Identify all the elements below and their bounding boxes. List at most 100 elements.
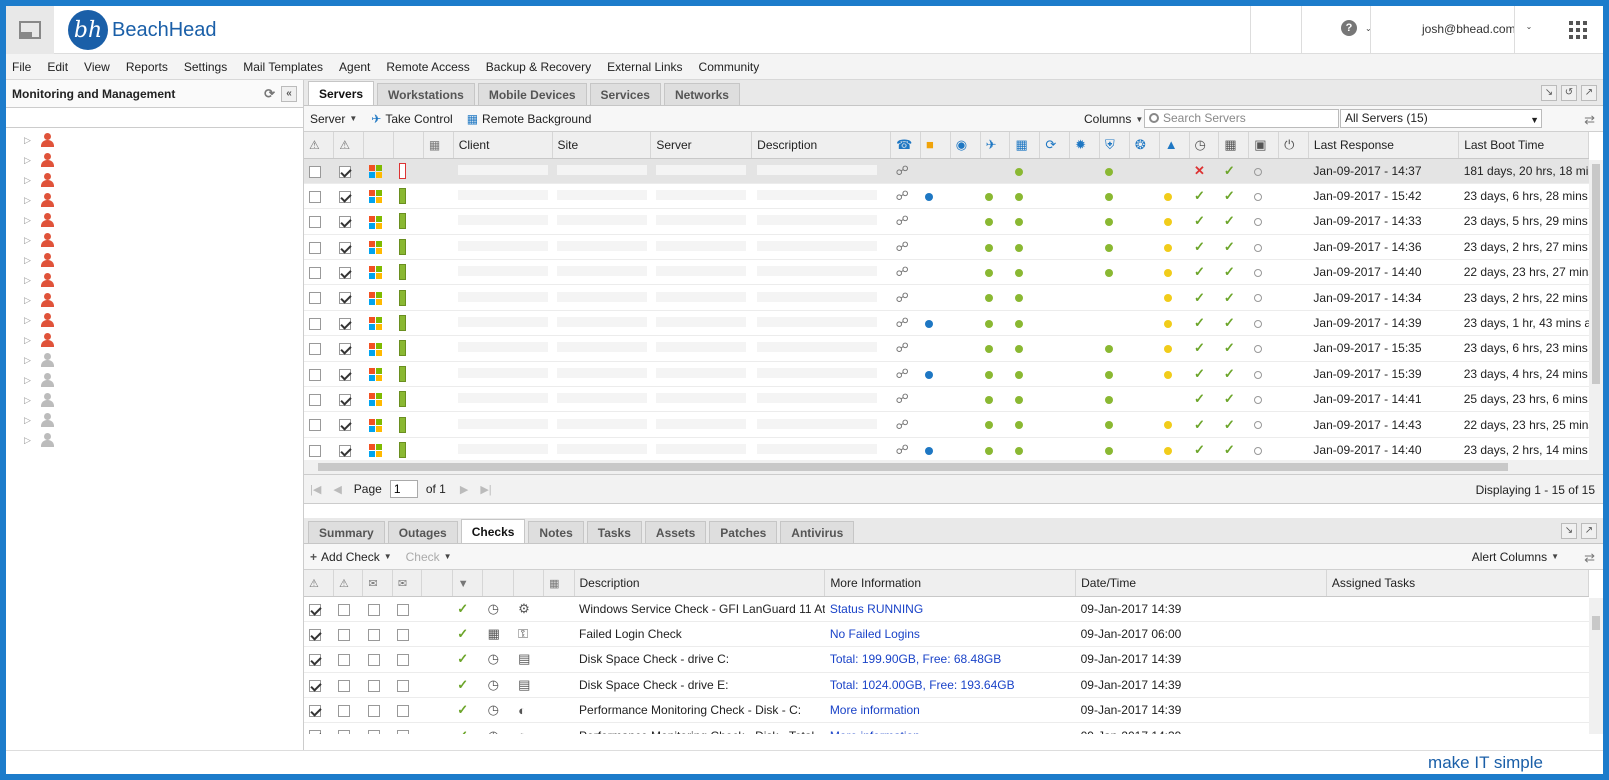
tab-services[interactable]: Services (589, 83, 661, 105)
check-more-info[interactable]: Total: 199.90GB, Free: 68.48GB (824, 646, 1076, 673)
remote-link-icon[interactable]: ☍ (890, 310, 921, 337)
tree-node[interactable]: ▷ (6, 310, 303, 330)
check-menu-button[interactable]: Check ▼ (406, 550, 452, 564)
alert-filter-icon[interactable]: ⚠ (304, 570, 334, 597)
first-page-icon[interactable]: |◀ (310, 483, 321, 496)
col-more-info[interactable]: More Information (824, 570, 1077, 597)
col-client[interactable]: Client (453, 132, 553, 159)
headset-icon[interactable]: ☎ (890, 132, 921, 159)
alert-checkbox[interactable] (333, 646, 363, 673)
tab-networks[interactable]: Networks (663, 83, 740, 105)
terminal-icon[interactable]: ▦ (1009, 132, 1041, 159)
select-checkbox[interactable] (304, 284, 334, 311)
tree-node[interactable]: ▷ (6, 190, 303, 210)
blank-header[interactable] (421, 570, 453, 597)
remote-link-icon[interactable]: ☍ (890, 335, 921, 362)
col-assigned[interactable]: Assigned Tasks (1326, 570, 1590, 597)
refresh-icon[interactable]: ⇄ (1584, 112, 1595, 128)
table-row[interactable]: ☍ ✓ ✓ Jan-09-2017 - 14:33 23 days, 5 hrs, 29… (304, 208, 1589, 235)
prev-page-icon[interactable]: ◀ (333, 483, 341, 496)
menu-item[interactable]: Edit (47, 60, 68, 74)
tree-node[interactable]: ▷ (6, 370, 303, 390)
menu-item[interactable]: Reports (126, 60, 168, 74)
monitor-checkbox[interactable] (333, 361, 364, 388)
tab-workstations[interactable]: Workstations (377, 83, 475, 105)
table-row[interactable]: ☍ ✓ ✓ Jan-09-2017 - 15:42 23 days, 6 hrs, 28… (304, 183, 1589, 210)
refresh-icon[interactable]: ⇄ (1584, 550, 1595, 566)
tab-tasks[interactable]: Tasks (586, 521, 642, 543)
user-menu[interactable]: josh@bhead.com ⌄ (1422, 22, 1532, 36)
expand-icon[interactable]: ▷ (24, 335, 34, 346)
expand-icon[interactable]: ▷ (24, 135, 34, 146)
check-vscroll[interactable] (1589, 598, 1603, 734)
take-control-button[interactable]: ✈ Take Control (371, 112, 452, 126)
tree-node[interactable]: ▷ (6, 410, 303, 430)
select-checkbox[interactable] (304, 208, 334, 235)
select-checkbox[interactable] (304, 646, 334, 673)
table-row[interactable]: ✓ ◷ ⚙ Windows Service Check - GFI LanGuard … (304, 596, 1589, 622)
monitor-checkbox[interactable] (333, 335, 364, 362)
alert-filter-icon[interactable]: ⚠ (304, 132, 335, 159)
tab-checks[interactable]: Checks (460, 519, 526, 543)
shield-icon[interactable]: ■ (920, 132, 951, 159)
collapse-icon[interactable]: « (281, 86, 297, 102)
remote-link-icon[interactable]: ☍ (890, 411, 921, 438)
expand-icon[interactable]: ▷ (24, 375, 34, 386)
tab-antivirus[interactable]: Antivirus (780, 521, 855, 543)
menu-item[interactable]: View (84, 60, 110, 74)
type-icon[interactable] (393, 132, 424, 159)
tree-node[interactable]: ▷ (6, 390, 303, 410)
monitor-checkbox[interactable] (333, 437, 364, 460)
comment-checkbox[interactable] (392, 672, 422, 699)
select-checkbox[interactable] (304, 158, 334, 184)
monitor-checkbox[interactable] (333, 310, 364, 337)
monitor-checkbox[interactable] (333, 208, 364, 235)
col-server[interactable]: Server (650, 132, 753, 159)
col-last-response[interactable]: Last Response (1308, 132, 1460, 159)
power-icon[interactable]: ⏻ (1278, 132, 1309, 159)
tree-node[interactable]: ▷ (6, 290, 303, 310)
table-row[interactable]: ☍ ✓ ✓ Jan-09-2017 - 14:34 23 days, 2 hrs, 22… (304, 284, 1589, 311)
col-site[interactable]: Site (552, 132, 652, 159)
tab-assets[interactable]: Assets (644, 521, 707, 543)
expand-icon[interactable]: ▷ (24, 235, 34, 246)
tree-node[interactable]: ▷ (6, 250, 303, 270)
menu-item[interactable]: Mail Templates (243, 60, 323, 74)
monitor-checkbox[interactable] (333, 284, 364, 311)
col-description[interactable]: Description (751, 132, 892, 159)
tree-node[interactable]: ▷ (6, 270, 303, 290)
tree-node[interactable]: ▷ (6, 150, 303, 170)
tab-outages[interactable]: Outages (387, 521, 458, 543)
select-checkbox[interactable] (304, 259, 334, 286)
menu-item[interactable]: Settings (184, 60, 227, 74)
table-row[interactable]: ✓◷◐ Performance Monitoring Check - Disk -… (304, 697, 1589, 724)
server-search-input[interactable]: Search Servers (1144, 109, 1339, 128)
table-row[interactable]: ✓ ◷ ▤ Disk Space Check - drive E: Total: 102… (304, 672, 1589, 699)
antivirus-icon[interactable]: ✹ (1069, 132, 1101, 159)
check-more-info[interactable]: Total: 1024.00GB, Free: 193.64GB (824, 672, 1076, 699)
select-checkbox[interactable] (304, 697, 334, 724)
maximize-icon[interactable]: ↗ (1581, 85, 1597, 101)
menu-item[interactable]: Remote Access (386, 60, 469, 74)
tree-node[interactable]: ▷ (6, 230, 303, 250)
alert-checkbox[interactable] (333, 672, 363, 699)
page-input[interactable] (389, 480, 418, 498)
table-row[interactable]: ☍ ✓ ✓ Jan-09-2017 - 14:40 22 days, 23 hrs, 2… (304, 259, 1589, 286)
schedule-header[interactable] (482, 570, 514, 597)
notes-icon[interactable]: ▦ (423, 132, 454, 159)
comment-checkbox[interactable] (392, 697, 422, 724)
remote-link-icon[interactable]: ☍ (890, 386, 921, 413)
columns-button[interactable]: Columns ▼ (1084, 112, 1143, 126)
tree-node[interactable]: ▷ (6, 210, 303, 230)
alert-filter-icon[interactable]: ⚠ (333, 570, 364, 597)
alert-columns-button[interactable]: Alert Columns ▼ (1472, 550, 1559, 564)
remote-link-icon[interactable]: ☍ (890, 361, 921, 388)
tree-filter[interactable] (6, 108, 303, 128)
support-icon[interactable]: ❂ (1129, 132, 1160, 159)
server-filter-select[interactable]: All Servers (15) ▼ (1340, 109, 1542, 128)
table-row[interactable]: ☍ ✓ ✓ Jan-09-2017 - 14:39 23 days, 1 hr, 43 … (304, 310, 1589, 337)
tree-node[interactable]: ▷ (6, 330, 303, 350)
expand-icon[interactable]: ▷ (24, 435, 34, 446)
table-row[interactable]: ☍ ✕ ✓ Jan-09-2017 - 14:37 181 days, 20 hrs, … (304, 158, 1589, 184)
server-hscroll[interactable] (304, 460, 1603, 474)
